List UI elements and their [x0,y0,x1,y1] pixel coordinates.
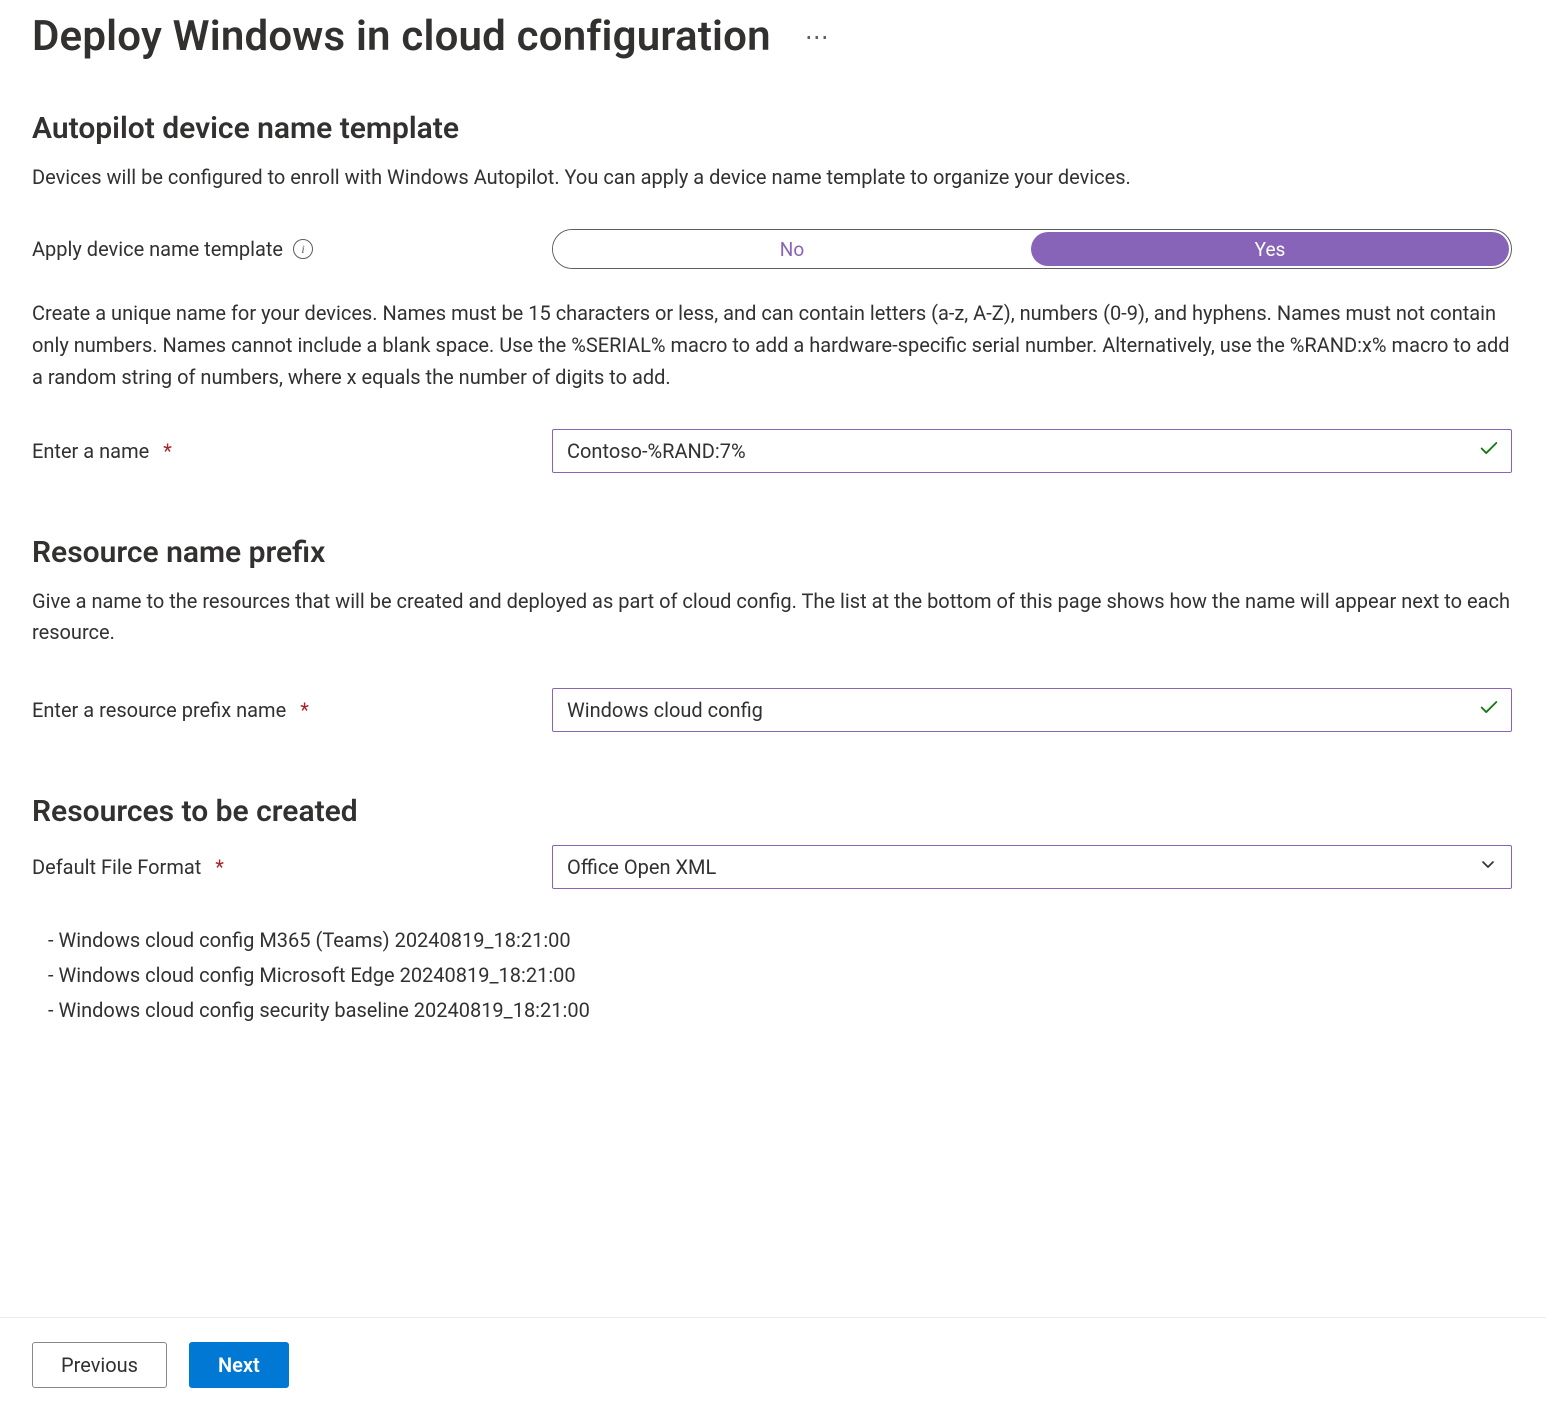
format-input-col: Office Open XML [552,845,1514,889]
toggle-label-col: Apply device name template i [32,237,532,261]
autopilot-helper: Create a unique name for your devices. N… [32,297,1512,393]
name-field-wrap [552,429,1512,473]
resource-list: Windows cloud config M365 (Teams) 202408… [48,923,1514,1028]
toggle-yes[interactable]: Yes [1031,232,1509,266]
required-asterisk: * [215,855,224,879]
name-label: Enter a name [32,439,149,463]
info-icon[interactable]: i [293,239,313,259]
name-input-col [552,429,1514,473]
name-label-col: Enter a name * [32,439,532,463]
default-file-format-select[interactable]: Office Open XML [552,845,1512,889]
required-asterisk: * [163,439,172,463]
previous-button[interactable]: Previous [32,1342,167,1388]
device-name-input[interactable] [552,429,1512,473]
toggle-no[interactable]: No [553,230,1031,268]
page-root: Deploy Windows in cloud configuration ⋯ … [0,0,1546,1416]
name-row: Enter a name * [32,429,1514,473]
toggle-row: Apply device name template i No Yes [32,229,1514,269]
next-button[interactable]: Next [189,1342,289,1388]
title-row: Deploy Windows in cloud configuration ⋯ [32,0,1514,61]
list-item: Windows cloud config security baseline 2… [48,993,1514,1028]
toggle-input-col: No Yes [552,229,1514,269]
footer-bar: Previous Next [0,1317,1546,1416]
format-selected-value: Office Open XML [567,855,716,879]
autopilot-description: Devices will be configured to enroll wit… [32,162,1512,193]
prefix-field-wrap [552,688,1512,732]
prefix-label-col: Enter a resource prefix name * [32,698,532,722]
prefix-input-col [552,688,1514,732]
autopilot-heading: Autopilot device name template [32,111,1514,146]
resource-prefix-heading: Resource name prefix [32,535,1514,570]
list-item: Windows cloud config Microsoft Edge 2024… [48,958,1514,993]
toggle-label: Apply device name template [32,237,283,261]
format-row: Default File Format * Office Open XML [32,845,1514,889]
prefix-row: Enter a resource prefix name * [32,688,1514,732]
format-select-wrap: Office Open XML [552,845,1512,889]
prefix-label: Enter a resource prefix name [32,698,286,722]
resources-heading: Resources to be created [32,794,1514,829]
resource-prefix-description: Give a name to the resources that will b… [32,586,1512,648]
resource-prefix-input[interactable] [552,688,1512,732]
list-item: Windows cloud config M365 (Teams) 202408… [48,923,1514,958]
required-asterisk: * [300,698,309,722]
format-label: Default File Format [32,855,201,879]
apply-template-toggle: No Yes [552,229,1512,269]
more-actions-button[interactable]: ⋯ [795,19,841,55]
page-title: Deploy Windows in cloud configuration [32,12,771,61]
format-label-col: Default File Format * [32,855,532,879]
